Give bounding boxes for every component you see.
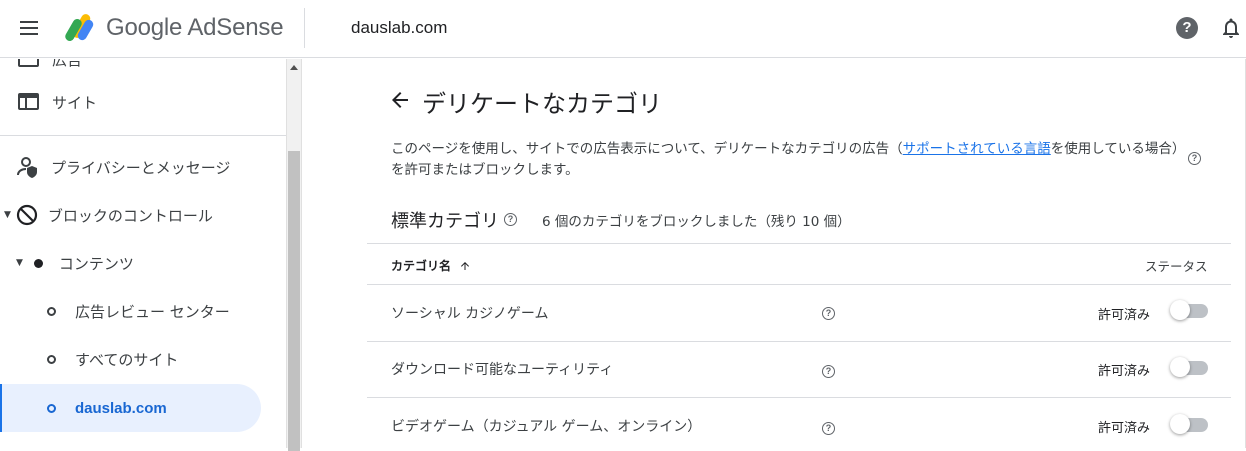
help-circle-icon[interactable]: ? <box>822 422 835 435</box>
section-title: 標準カテゴリ <box>391 211 499 232</box>
table-row-category-name: ダウンロード可能なユーティリティ <box>391 362 614 378</box>
table-divider <box>367 341 1231 342</box>
sites-icon <box>18 93 39 110</box>
page-title: デリケートなカテゴリ <box>422 90 662 118</box>
block-icon <box>16 204 38 226</box>
description-text: このページを使用し、サイトでの広告表示について、デリケートなカテゴリの広告（ <box>391 141 903 157</box>
bell-icon[interactable] <box>1219 16 1243 40</box>
sidebar-item-all-sites[interactable]: すべてのサイト <box>0 336 286 382</box>
sort-arrow-up-icon <box>461 261 470 270</box>
table-row-category-name: ソーシャル カジノゲーム <box>391 306 549 322</box>
ring-icon <box>47 306 56 316</box>
sidebar-item-block-controls[interactable]: ▼ ブロックのコントロール <box>0 192 286 238</box>
help-circle-icon[interactable]: ? <box>1188 152 1201 165</box>
blocked-count-text: 6 個のカテゴリをブロックしました（残り 10 個） <box>542 214 851 230</box>
column-header-label: カテゴリ名 <box>391 259 452 273</box>
table-divider <box>367 284 1231 285</box>
sidebar-divider <box>0 135 286 136</box>
caret-down-icon[interactable]: ▼ <box>4 210 11 220</box>
sidebar-item-label: サイト <box>52 93 98 112</box>
sidebar-item-content[interactable]: ▼ コンテンツ <box>0 240 286 286</box>
ads-icon <box>18 59 39 67</box>
supported-languages-link[interactable]: サポートされている言語 <box>903 141 1051 157</box>
help-icon[interactable]: ? <box>1176 17 1198 39</box>
column-header-status: ステータス <box>1145 259 1208 274</box>
ring-icon <box>47 403 56 413</box>
help-circle-icon[interactable]: ? <box>504 213 517 226</box>
brand-name: Google AdSense <box>106 14 284 41</box>
sidebar-item-sites[interactable]: サイト <box>0 79 286 125</box>
sidebar-item-label: 広告 <box>52 59 83 69</box>
privacy-icon <box>17 157 37 178</box>
sidebar-item-label: ブロックのコントロール <box>47 206 213 225</box>
top-app-bar: Google AdSense dauslab.com ? <box>0 0 1246 58</box>
sidebar-item-label: dauslab.com <box>75 399 167 417</box>
ring-icon <box>47 354 56 364</box>
caret-down-icon[interactable]: ▼ <box>16 258 23 268</box>
category-toggle[interactable] <box>1170 299 1208 321</box>
adsense-logo[interactable] <box>60 13 96 43</box>
sidebar-item-dauslab[interactable]: dauslab.com <box>0 384 261 432</box>
table-row-category-name: ビデオゲーム（カジュアル ゲーム、オンライン） <box>391 419 702 435</box>
category-toggle[interactable] <box>1170 356 1208 378</box>
scroll-up-arrow-icon[interactable] <box>290 65 298 70</box>
column-header-category-name[interactable]: カテゴリ名 <box>391 257 471 274</box>
sidebar-item-label: プライバシーとメッセージ <box>51 158 231 177</box>
page-description: このページを使用し、サイトでの広告表示について、デリケートなカテゴリの広告（サポ… <box>391 139 1181 181</box>
dot-icon <box>33 258 43 268</box>
help-circle-icon[interactable]: ? <box>822 307 835 320</box>
sidebar: 広告 サイト プライバシーとメッセージ ▼ ブロックのコントロール ▼ コンテン… <box>0 59 286 448</box>
table-row-status: 許可済み <box>1098 421 1151 436</box>
table-divider <box>367 397 1231 398</box>
sidebar-item-label: すべてのサイト <box>75 350 179 369</box>
back-arrow-icon[interactable] <box>388 88 412 112</box>
sidebar-scrollbar[interactable] <box>286 59 302 451</box>
table-row-status: 許可済み <box>1098 308 1151 323</box>
table-divider <box>367 243 1231 244</box>
menu-icon[interactable] <box>16 17 42 41</box>
site-selector[interactable]: dauslab.com <box>351 18 447 38</box>
header-divider <box>304 8 305 48</box>
sidebar-item-privacy[interactable]: プライバシーとメッセージ <box>0 144 286 190</box>
scrollbar-thumb[interactable] <box>288 151 300 451</box>
sidebar-item-label: コンテンツ <box>58 254 134 273</box>
sidebar-item-ad-review-center[interactable]: 広告レビュー センター <box>0 288 286 334</box>
table-row-status: 許可済み <box>1098 364 1151 379</box>
help-circle-icon[interactable]: ? <box>822 365 835 378</box>
sidebar-item-label: 広告レビュー センター <box>75 302 230 321</box>
category-toggle[interactable] <box>1170 413 1208 435</box>
